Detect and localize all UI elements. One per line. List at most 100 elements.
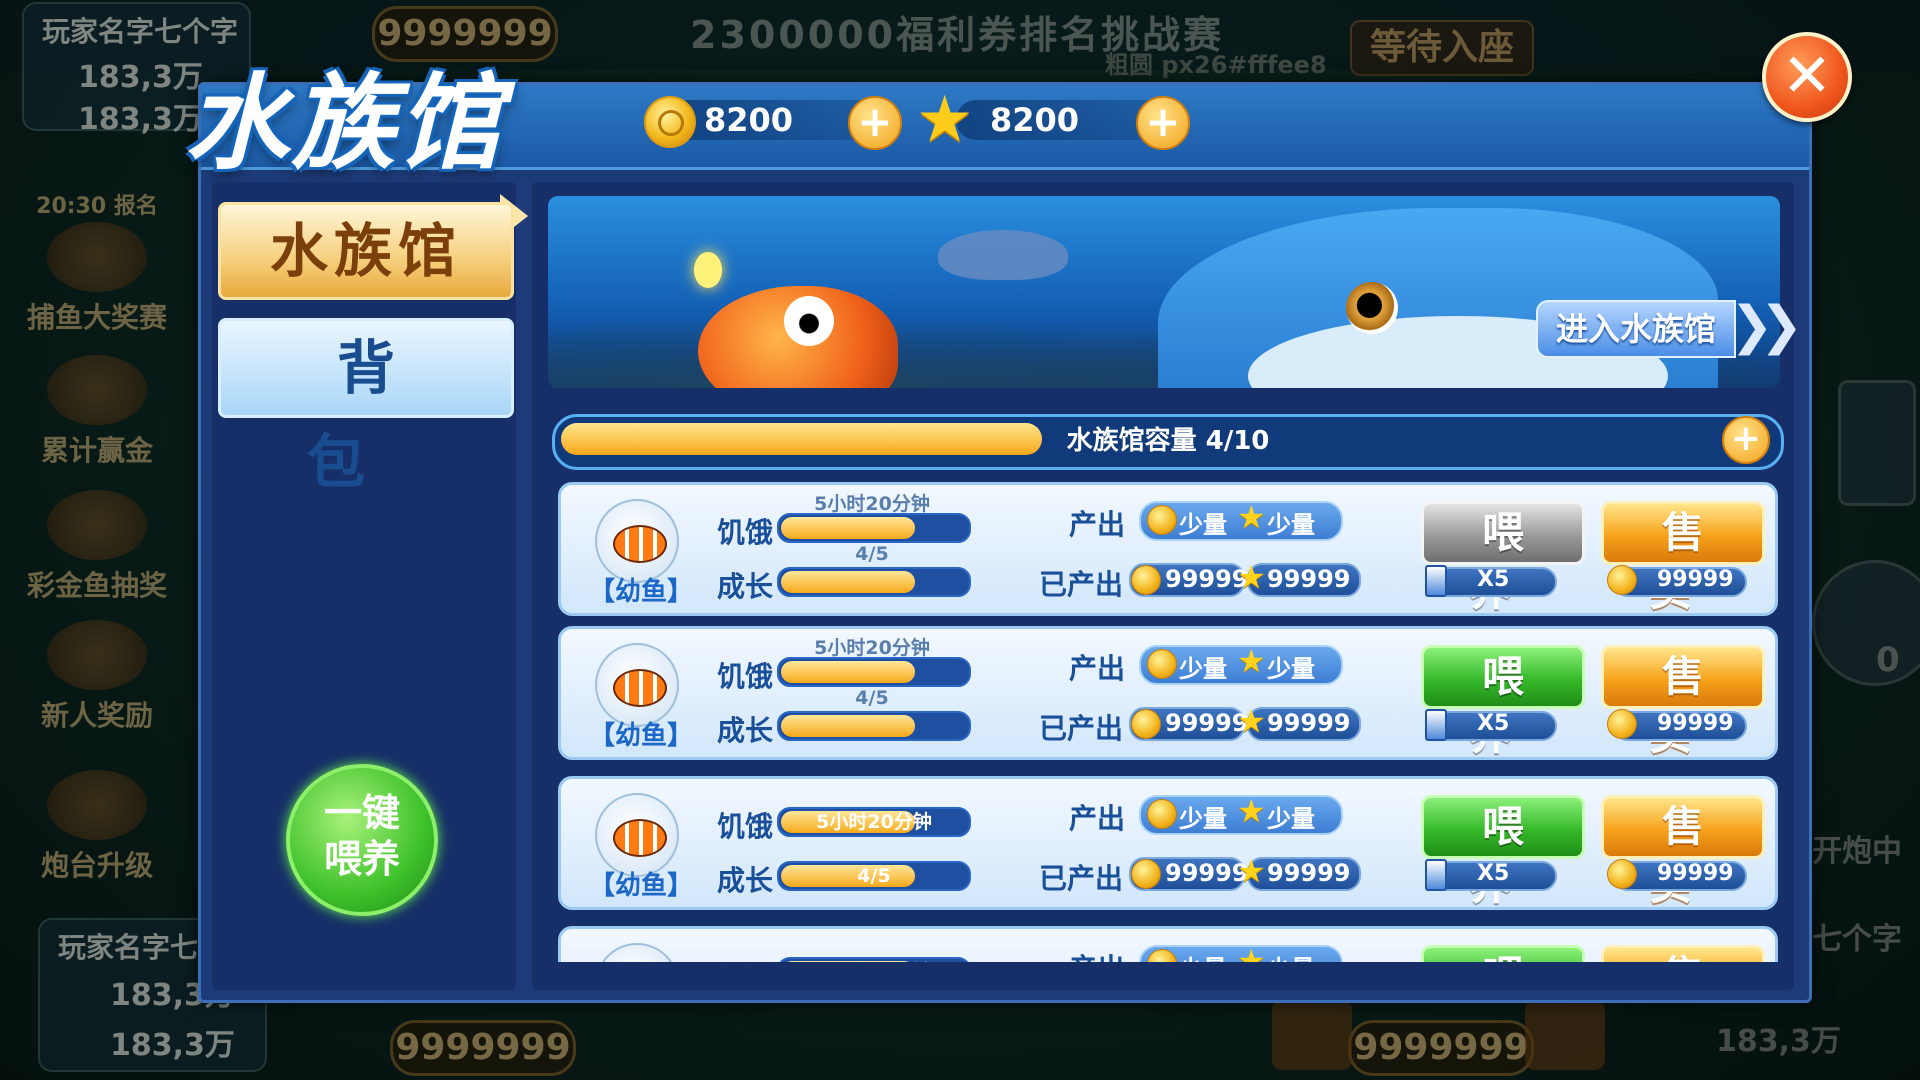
food-cost-value: X5 (1477, 711, 1510, 736)
produced-gold-value: 99999 (1165, 709, 1249, 737)
hunger-bar-fill (781, 517, 915, 539)
produced-label: 已产出 (1039, 862, 1124, 895)
hunger-time-text: 5小时20分钟 (779, 959, 969, 962)
produced-star-value: 99999 (1267, 859, 1351, 887)
panel-title: 水族馆 (185, 62, 504, 184)
star-icon: ★ (1237, 498, 1266, 536)
sell-button[interactable]: 售卖 (1601, 945, 1765, 962)
feed-button[interactable]: 喂养 (1421, 501, 1585, 615)
enter-aquarium-button[interactable]: 进入水族馆 (1536, 300, 1736, 358)
output-star-text: 少量 (1267, 511, 1315, 539)
output-gold-text: 少量 (1179, 511, 1227, 539)
star-icon: ★ (916, 83, 974, 157)
gold-coin-icon (1131, 565, 1161, 595)
star-balance: 8200 (990, 101, 1080, 139)
capacity-bar: 水族馆容量 4/10 (552, 414, 1784, 470)
produced-label: 已产出 (1039, 712, 1124, 745)
fish-row: 【幼鱼】 饥饿 5小时20分钟 成长 4/5 产出 少量 ★ 少量 已产出 99… (558, 926, 1778, 962)
clownfish-icon (613, 819, 667, 857)
food-cost-value: X5 (1477, 567, 1510, 592)
fish-row: 【幼鱼】 饥饿 5小时20分钟 成长 4/5 产出 少量 ★ 少量 已产出 99… (558, 626, 1778, 760)
growth-bar (777, 567, 971, 597)
sell-price-value: 99999 (1657, 861, 1734, 886)
feed-button[interactable]: 喂养 (1421, 945, 1585, 962)
growth-bar-fill (781, 571, 915, 593)
sell-price-value: 99999 (1657, 711, 1734, 736)
feed-button[interactable]: 喂养 (1421, 795, 1585, 909)
output-star-text: 少量 (1267, 805, 1315, 833)
output-label: 产出 (1069, 652, 1126, 685)
tab-backpack[interactable]: 背包 (218, 318, 514, 496)
fish-list[interactable]: 【幼鱼】 饥饿 5小时20分钟 成长 4/5 产出 少量 ★ 少量 已产出 99… (548, 472, 1784, 962)
capacity-label: 水族馆容量 4/10 (1066, 426, 1270, 456)
feed-button[interactable]: 喂养 (1421, 645, 1585, 759)
output-gold-text: 少量 (1179, 655, 1227, 683)
sell-button[interactable]: 售卖 (1601, 501, 1765, 615)
hunger-bar (777, 513, 971, 543)
gold-coin-icon (1607, 565, 1637, 595)
growth-progress-text: 4/5 (855, 687, 889, 709)
hunger-time-text: 5小时20分钟 (816, 811, 932, 833)
output-star-text: 少量 (1267, 949, 1315, 962)
fish-food-icon (1425, 565, 1447, 597)
hunger-time-text: 5小时20分钟 (814, 493, 930, 515)
gold-coin-icon (1131, 859, 1161, 889)
fish-stage-label: 【幼鱼】 (589, 871, 694, 901)
gold-coin-icon (1607, 709, 1637, 739)
hunger-bar: 5小时20分钟 (777, 957, 971, 962)
sell-price-value: 99999 (1657, 567, 1734, 592)
sell-button[interactable]: 售卖 (1601, 795, 1765, 909)
star-icon: ★ (1237, 558, 1266, 596)
growth-progress-text: 4/5 (857, 865, 891, 887)
fish-row: 【幼鱼】 饥饿 5小时20分钟 成长 4/5 产出 少量 ★ 少量 已产出 99… (558, 776, 1778, 910)
fish-avatar[interactable] (595, 943, 679, 962)
manta-ray-illustration (938, 230, 1068, 280)
double-chevron-right-icon: ❯❯ (1730, 296, 1803, 356)
hunger-label: 饥饿 (717, 516, 774, 549)
hunger-time-text: 5小时20分钟 (814, 637, 930, 659)
expand-capacity-button[interactable]: + (1722, 416, 1770, 464)
hunger-label: 饥饿 (717, 660, 774, 693)
gold-coin-icon (644, 96, 696, 148)
gold-balance: 8200 (704, 101, 794, 139)
add-star-button[interactable]: + (1136, 96, 1190, 150)
growth-bar (777, 711, 971, 741)
growth-label: 成长 (717, 570, 774, 603)
growth-bar: 4/5 (777, 861, 971, 891)
close-button[interactable]: ✕ (1762, 32, 1852, 122)
shark-eye (1346, 282, 1398, 334)
tab-aquarium[interactable]: 水族馆 (218, 202, 514, 300)
output-label: 产出 (1069, 947, 1125, 962)
star-icon: ★ (1237, 852, 1266, 890)
gold-coin-icon (1147, 505, 1177, 535)
sell-button[interactable]: 售卖 (1601, 645, 1765, 759)
output-label: 产出 (1069, 802, 1126, 835)
fish-stage-label: 【幼鱼】 (589, 721, 694, 751)
produced-star-value: 99999 (1267, 565, 1351, 593)
feed-all-button[interactable]: 一键 喂养 (286, 764, 438, 916)
gold-coin-icon (1131, 709, 1161, 739)
produced-gold-value: 99999 (1165, 565, 1249, 593)
hunger-bar (777, 657, 971, 687)
star-icon: ★ (1237, 942, 1266, 962)
growth-progress-text: 4/5 (855, 543, 889, 565)
clownfish-icon (613, 525, 667, 563)
hunger-label: 饥饿 (717, 955, 773, 962)
growth-label: 成长 (717, 714, 774, 747)
add-gold-button[interactable]: + (848, 96, 902, 150)
feed-all-label-line2: 喂养 (323, 837, 400, 881)
star-icon: ★ (1237, 702, 1266, 740)
gold-coin-icon (1147, 799, 1177, 829)
hunger-bar-fill (781, 661, 915, 683)
output-gold-text: 少量 (1179, 949, 1227, 962)
output-label: 产出 (1069, 508, 1126, 541)
star-icon: ★ (1237, 792, 1266, 830)
growth-label: 成长 (717, 864, 774, 897)
hunger-bar: 5小时20分钟 (777, 807, 971, 837)
fish-stage-label: 【幼鱼】 (589, 577, 694, 607)
fish-food-icon (1425, 859, 1447, 891)
aquarium-banner[interactable] (548, 196, 1780, 388)
angler-lure-illustration (694, 252, 722, 288)
fish-row: 【幼鱼】 饥饿 5小时20分钟 成长 4/5 产出 少量 ★ 少量 已产出 99… (558, 482, 1778, 616)
feed-all-label-line1: 一键 (323, 791, 400, 835)
